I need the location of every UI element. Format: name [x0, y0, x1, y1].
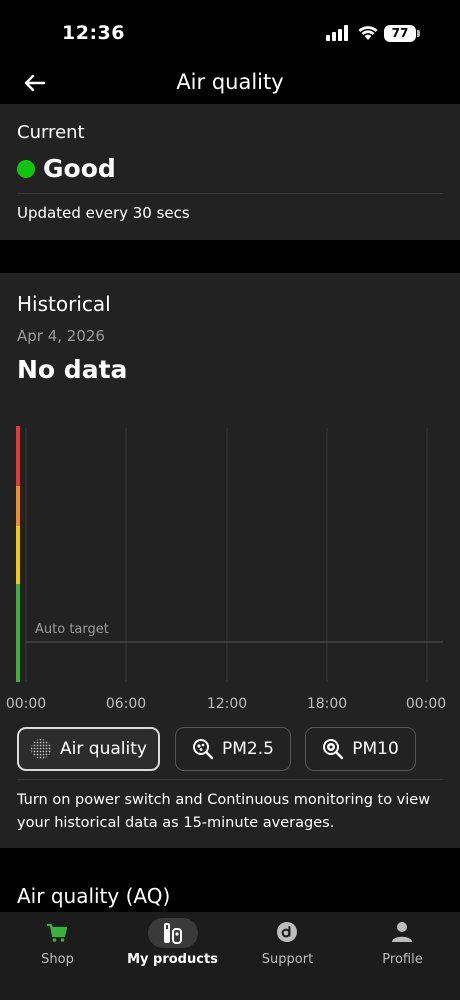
auto-target-label: Auto target — [35, 622, 109, 637]
profile-icon — [392, 922, 412, 942]
cellular-signal-icon — [326, 25, 348, 41]
cart-icon — [47, 923, 68, 942]
nav-shop[interactable]: Shop — [0, 912, 115, 982]
nav-label: Shop — [41, 952, 74, 967]
battery-tip — [417, 30, 420, 37]
historical-date: Apr 4, 2026 — [17, 327, 105, 345]
tab-label: Air quality — [60, 739, 147, 759]
historical-value: No data — [17, 355, 128, 384]
x-tick: 18:00 — [307, 696, 347, 712]
tab-air-quality[interactable]: Air quality — [17, 727, 160, 771]
tab-pm10[interactable]: PM10 — [305, 727, 416, 771]
tab-label: PM2.5 — [222, 739, 274, 759]
air-quality-icon — [31, 739, 52, 759]
nav-my-products[interactable]: My products — [115, 912, 230, 982]
updated-text: Updated every 30 secs — [17, 204, 190, 222]
status-dot — [17, 160, 35, 178]
x-tick: 00:00 — [406, 696, 446, 712]
nav-support[interactable]: Support — [230, 912, 345, 982]
scale-segment-moderate — [16, 526, 20, 584]
x-tick: 00:00 — [6, 696, 46, 712]
scale-bar — [16, 426, 20, 682]
divider — [17, 193, 443, 194]
scale-segment-good — [16, 584, 20, 682]
scale-segment-fair — [16, 486, 20, 526]
status-time: 12:36 — [62, 22, 125, 44]
support-icon — [277, 922, 297, 942]
current-label: Current — [17, 122, 85, 143]
my-products-icon — [164, 923, 182, 944]
historical-label: Historical — [17, 292, 111, 316]
scale-segment-poor — [16, 426, 20, 486]
x-tick: 06:00 — [106, 696, 146, 712]
current-value: Good — [43, 154, 116, 183]
divider — [17, 779, 443, 780]
historical-note: Turn on power switch and Continuous moni… — [17, 792, 431, 831]
battery-indicator: 77 — [384, 25, 416, 42]
pm25-icon — [193, 739, 214, 760]
nav-label: Support — [261, 952, 314, 967]
wifi-icon — [358, 26, 378, 40]
nav-profile[interactable]: Profile — [345, 912, 460, 982]
historical-chart[interactable]: Auto target 00:00 06:00 12:00 18:00 00:0… — [0, 420, 460, 720]
nav-label: My products — [127, 952, 218, 967]
page-title: Air quality — [176, 70, 284, 94]
nav-label: Profile — [382, 952, 423, 967]
tab-label: PM10 — [352, 739, 399, 759]
tab-pm25[interactable]: PM2.5 — [175, 727, 291, 771]
pm10-icon — [323, 739, 344, 760]
section-title: Air quality (AQ) — [17, 884, 171, 908]
x-tick: 12:00 — [207, 696, 247, 712]
chart-gridlines — [25, 428, 428, 682]
